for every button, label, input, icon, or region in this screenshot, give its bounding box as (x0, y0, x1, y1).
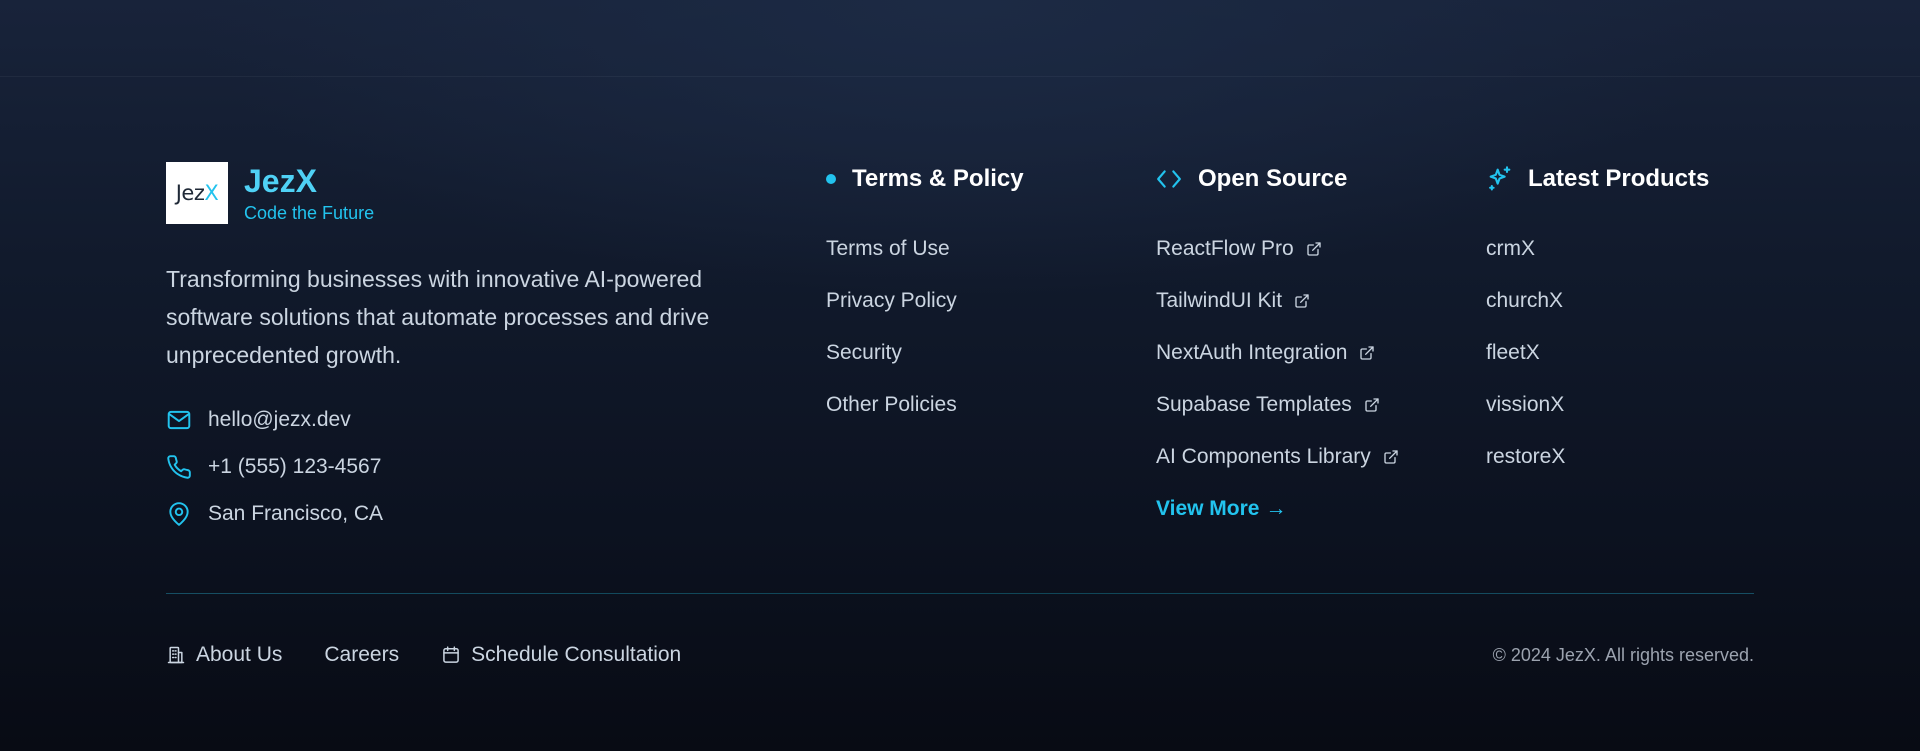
link-privacy-policy[interactable]: Privacy Policy (826, 275, 1024, 327)
contact-phone-text: +1 (555) 123-4567 (208, 454, 382, 478)
arrow-right-icon: → (1265, 497, 1287, 520)
view-more-label: View More (1156, 497, 1260, 520)
about-us-label: About Us (196, 643, 283, 666)
contact-list: hello@jezx.dev +1 (555) 123-4567 San Fra… (166, 396, 766, 537)
products-column: Latest Products crmX churchX fleetX viss… (1486, 162, 1709, 483)
link-churchx[interactable]: churchX (1486, 275, 1709, 327)
terms-column: Terms & Policy Terms of Use Privacy Poli… (826, 162, 1024, 431)
logo-accent: X (204, 181, 219, 205)
terms-heading: Terms & Policy (826, 162, 1024, 196)
contact-location: San Francisco, CA (166, 490, 766, 537)
phone-icon (167, 454, 191, 479)
link-crmx[interactable]: crmX (1486, 223, 1709, 275)
link-tailwindui-kit[interactable]: TailwindUI Kit (1156, 275, 1399, 327)
products-links: crmX churchX fleetX vissionX restoreX (1486, 223, 1709, 483)
footer-bottom-bar: About Us Careers Schedule Consultation ©… (166, 640, 1754, 670)
schedule-consultation-label: Schedule Consultation (471, 643, 682, 666)
open-source-heading: Open Source (1156, 162, 1399, 196)
external-link-icon (1295, 294, 1309, 308)
brand-name: JezX (244, 162, 317, 199)
contact-email-text: hello@jezx.dev (208, 407, 351, 431)
products-heading-text: Latest Products (1528, 165, 1710, 192)
link-reactflow-pro[interactable]: ReactFlow Pro (1156, 223, 1399, 275)
link-label: TailwindUI Kit (1156, 289, 1283, 312)
external-link-icon (1307, 242, 1321, 256)
terms-heading-text: Terms & Policy (852, 165, 1024, 192)
link-label: NextAuth Integration (1156, 341, 1348, 364)
external-link-icon (1384, 450, 1398, 464)
brand-header[interactable]: Jez X JezX Code the Future (166, 162, 766, 224)
dot-icon (826, 174, 836, 184)
calendar-icon (443, 646, 459, 663)
link-ai-components-library[interactable]: AI Components Library (1156, 431, 1399, 483)
brand-text: JezX Code the Future (244, 163, 374, 224)
sparkle-icon (1489, 166, 1511, 191)
contact-location-text: San Francisco, CA (208, 501, 384, 525)
open-source-column: Open Source ReactFlow Pro TailwindUI Kit… (1156, 162, 1399, 535)
logo-text: Jez (175, 181, 205, 205)
link-nextauth-integration[interactable]: NextAuth Integration (1156, 327, 1399, 379)
open-source-heading-text: Open Source (1198, 165, 1348, 192)
link-vissionx[interactable]: vissionX (1486, 379, 1709, 431)
terms-links: Terms of Use Privacy Policy Security Oth… (826, 223, 1024, 431)
schedule-consultation-link[interactable]: Schedule Consultation (441, 643, 681, 667)
careers-link[interactable]: Careers (324, 643, 399, 667)
footer-divider (166, 593, 1754, 594)
link-supabase-templates[interactable]: Supabase Templates (1156, 379, 1399, 431)
link-label: AI Components Library (1156, 445, 1371, 468)
top-divider (0, 76, 1920, 77)
link-terms-of-use[interactable]: Terms of Use (826, 223, 1024, 275)
mail-icon (167, 410, 191, 429)
map-pin-icon (169, 501, 189, 526)
link-fleetx[interactable]: fleetX (1486, 327, 1709, 379)
link-label: ReactFlow Pro (1156, 237, 1294, 260)
contact-email[interactable]: hello@jezx.dev (166, 396, 766, 443)
brand-tagline: Code the Future (244, 202, 375, 223)
products-heading: Latest Products (1486, 162, 1709, 196)
view-more-link[interactable]: View More → (1156, 483, 1399, 535)
building-icon (167, 646, 185, 664)
external-link-icon (1360, 346, 1375, 360)
code-brackets-icon (1157, 170, 1181, 188)
brand-section: Jez X JezX Code the Future Transforming b… (166, 162, 766, 537)
copyright-text: © 2024 JezX. All rights reserved. (1492, 644, 1754, 665)
external-link-icon (1365, 398, 1379, 412)
link-label: Supabase Templates (1156, 393, 1352, 416)
open-source-links: ReactFlow Pro TailwindUI Kit NextAuth In… (1156, 223, 1399, 535)
link-security[interactable]: Security (826, 327, 1024, 379)
about-us-link[interactable]: About Us (166, 643, 282, 667)
contact-phone[interactable]: +1 (555) 123-4567 (166, 443, 766, 490)
brand-description: Transforming businesses with innovative … (166, 266, 710, 368)
link-other-policies[interactable]: Other Policies (826, 379, 1024, 431)
link-restorex[interactable]: restoreX (1486, 431, 1709, 483)
brand-logo[interactable]: Jez X (166, 162, 228, 224)
